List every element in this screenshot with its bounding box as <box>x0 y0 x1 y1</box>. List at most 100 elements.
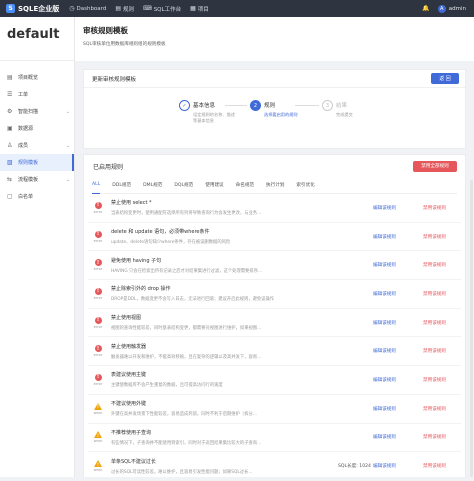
dashboard-icon: ◷ <box>69 5 75 12</box>
scrollbar[interactable] <box>470 180 473 477</box>
sidebar-item-datasource[interactable]: ▣ 数据源 <box>0 120 74 137</box>
rule-param: SQL长度: 1024 <box>338 464 371 470</box>
sidebar-item-whitelist[interactable]: ▢ 白名单 <box>0 188 74 205</box>
avatar[interactable]: A <box>437 4 446 13</box>
rule-desc: 触发器难以开发和维护，不能高效移植，且在复杂的逻辑以及高并发下，容易... <box>111 354 262 360</box>
rule-list: ! error 禁止使用 select * 当表结构变更时，使用通配符选择所有列… <box>88 194 461 481</box>
rule-level: ! error <box>88 373 108 386</box>
rule-desc: 过长的SQL可读性较差，难以维护，且容易引发性能问题；如果SQL过长... <box>111 469 253 475</box>
rule-level-label: error <box>93 324 103 329</box>
sidebar-item-workorder[interactable]: ☰ 工单 <box>0 86 74 103</box>
step-desc: 选择要启用的规则 <box>264 112 298 117</box>
rule-info: 禁止使用触发器 触发器难以开发和维护，不能高效移植，且在复杂的逻辑以及高并发下，… <box>108 343 338 360</box>
tab-explain[interactable]: 执行计划 <box>266 177 284 194</box>
rule-row: ! error 表建议使用主键 主键使数据库不会产生重复的数据，且可提高访问行的… <box>88 366 461 395</box>
edit-rule-link[interactable]: 编辑该规则 <box>373 262 423 268</box>
step-title: 结果 <box>336 103 348 109</box>
rule-level: ! warn <box>88 460 108 472</box>
nav-dashboard[interactable]: ◷ Dashboard <box>69 5 106 13</box>
step-desc: 设定规则的名称、描述 <box>193 112 235 117</box>
tab-suggestion[interactable]: 使用建议 <box>205 177 223 194</box>
rule-info: 不推荐使用子查询 有些情况下，子查询并不能使用到索引，同时对于返回结果集比较大的… <box>108 429 338 446</box>
rule-desc: HAVING 只会在检索出所有记录之后才对结果集进行过滤，这个处理需要排序... <box>111 268 263 274</box>
rule-info: 不建议使用外键 外键在高并发场景下性能较差，容易造成死锁，同时不利于后期维护（拆… <box>108 400 338 417</box>
edit-rule-link[interactable]: 编辑该规则 <box>373 234 423 240</box>
rule-info: 表建议使用主键 主键使数据库不会产生重复的数据，且可提高访问行的速度 <box>108 371 338 388</box>
rule-level: ! error <box>88 316 108 329</box>
rule-desc: update、delete语句缺少where条件，存在被误删数据的风险 <box>111 240 231 246</box>
nav-label: 规则 <box>123 6 135 13</box>
card-header: 已启用规则 禁用全部规则 <box>84 155 465 177</box>
disable-rule-link[interactable]: 禁用该规则 <box>423 234 461 240</box>
disable-rule-link[interactable]: 禁用该规则 <box>423 463 461 469</box>
tab-index[interactable]: 索引优化 <box>296 177 314 194</box>
rule-row: ! warn 不推荐使用子查询 有些情况下，子查询并不能使用到索引，同时对于返回… <box>88 424 461 453</box>
error-icon: ! <box>94 316 102 324</box>
project-name[interactable]: default <box>0 17 74 61</box>
sidebar-item-overview[interactable]: ▤ 项目概览 <box>0 69 74 86</box>
tab-all[interactable]: ALL <box>92 177 101 194</box>
tab-dql[interactable]: DQL规范 <box>174 177 193 194</box>
nav-rules[interactable]: ▤ 规则 <box>115 5 134 13</box>
edit-rule-link[interactable]: 编辑该规则 <box>373 291 423 297</box>
edit-rule-link[interactable]: 编辑该规则 <box>373 205 423 211</box>
disable-all-button[interactable]: 禁用全部规则 <box>413 160 457 172</box>
overview-icon: ▤ <box>7 74 13 81</box>
step-number: 3 <box>322 100 333 111</box>
rule-info: 禁止使用视图 视图的查询性能较差，同时基表结构变更，都需要对视图进行维护，如果视… <box>108 314 338 331</box>
edit-rule-link[interactable]: 编辑该规则 <box>373 463 423 469</box>
error-icon: ! <box>94 259 102 267</box>
tab-naming[interactable]: 命名规范 <box>236 177 254 194</box>
rule-row: ! error delete 和 update 语句，必须带where条件 up… <box>88 223 461 252</box>
rule-level: ! error <box>88 259 108 271</box>
sidebar-item-label: 规则模板 <box>18 160 39 166</box>
bell-icon[interactable]: 🔔 <box>422 5 429 12</box>
disable-rule-link[interactable]: 禁用该规则 <box>423 320 461 326</box>
disable-rule-link[interactable]: 禁用该规则 <box>423 434 461 440</box>
brand-name: SQLE企业版 <box>18 4 60 13</box>
scan-icon: ⚙ <box>7 108 13 115</box>
sidebar: default ▤ 项目概览 ☰ 工单 ⚙ 智能扫描 ⌄ ▣ 数据源 ♙ 成员 ⌄ ▧ 规则模板… <box>0 17 75 477</box>
rule-name: 禁止使用视图 <box>111 315 142 322</box>
disable-rule-link[interactable]: 禁用该规则 <box>423 262 461 268</box>
rule-name: 禁止使用触发器 <box>111 343 147 350</box>
error-icon: ! <box>94 345 102 353</box>
card-title: 更新审核规则模板 <box>92 76 137 83</box>
edit-rule-link[interactable]: 编辑该规则 <box>373 406 423 412</box>
warning-icon: ! <box>94 402 102 410</box>
edit-rule-link[interactable]: 编辑该规则 <box>373 348 423 354</box>
disable-rule-link[interactable]: 禁用该规则 <box>423 291 461 297</box>
step-title: 规则 <box>264 103 276 109</box>
back-button[interactable]: 返 回 <box>431 73 459 84</box>
sidebar-item-scan[interactable]: ⚙ 智能扫描 ⌄ <box>0 103 74 120</box>
edit-rule-link[interactable]: 编辑该规则 <box>373 320 423 326</box>
rule-row: ! error 禁止除索引外的 drop 操作 DROP是DDL，数据变更不会写… <box>88 280 461 309</box>
rule-level: ! error <box>88 230 108 243</box>
rule-template-icon: ▧ <box>7 159 13 166</box>
rule-info: 避免使用 having 子句 HAVING 只会在检索出所有记录之后才对结果集进… <box>108 257 338 274</box>
brand-logo[interactable]: S SQLE企业版 <box>6 4 59 14</box>
nav-label: 项目 <box>197 6 209 13</box>
page-title: 审核规则模板 <box>83 26 128 35</box>
main-content: 审核规则模板 SQL审核单位用数据库规则组的规则模板 更新审核规则模板 返 回 … <box>75 17 474 481</box>
username[interactable]: admin <box>449 6 466 12</box>
tab-ddl[interactable]: DDL规范 <box>112 177 131 194</box>
edit-rule-link[interactable]: 编辑该规则 <box>373 377 423 383</box>
rule-level-label: error <box>93 381 103 386</box>
whitelist-icon: ▢ <box>7 193 13 200</box>
card-header: 更新审核规则模板 返 回 <box>84 70 465 88</box>
step-title: 基本信息 <box>193 103 216 109</box>
disable-rule-link[interactable]: 禁用该规则 <box>423 406 461 412</box>
tab-dml[interactable]: DML规范 <box>143 177 162 194</box>
nav-project[interactable]: ▦ 项目 <box>190 5 209 13</box>
disable-rule-link[interactable]: 禁用该规则 <box>423 377 461 383</box>
disable-rule-link[interactable]: 禁用该规则 <box>423 348 461 354</box>
edit-rule-link[interactable]: 编辑该规则 <box>373 434 423 440</box>
rule-row: ! error 禁止使用视图 视图的查询性能较差，同时基表结构变更，都需要对视图… <box>88 309 461 338</box>
sidebar-item-process[interactable]: ⇆ 流程模板 ⌄ <box>0 171 74 188</box>
disable-rule-link[interactable]: 禁用该规则 <box>423 205 461 211</box>
sidebar-item-rule-template[interactable]: ▧ 规则模板 <box>0 154 74 171</box>
rule-name: 禁止使用 select * <box>111 200 152 207</box>
sidebar-item-member[interactable]: ♙ 成员 ⌄ <box>0 137 74 154</box>
nav-sql-workbench[interactable]: ⌨ SQL工作台 <box>143 5 181 13</box>
